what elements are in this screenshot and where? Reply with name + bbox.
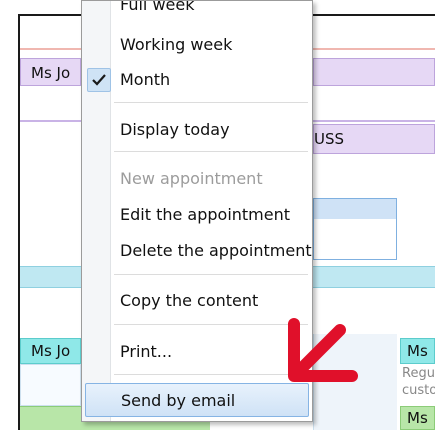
menu-item-send-email[interactable]: Send by email [85,383,309,417]
event-title: Ms [407,342,428,360]
menu-item-label: Print... [120,342,173,361]
event-description: Regu [402,366,435,381]
calendar-event[interactable]: Ms Jo [20,58,81,86]
menu-item-label: Display today [120,120,230,139]
menu-item-display-today[interactable]: Display today [82,114,312,144]
context-menu: Full week Working week Month Display tod… [81,0,313,422]
menu-item-label: Edit the appointment [120,205,291,224]
menu-item-label: Working week [120,35,233,54]
check-icon [87,68,111,92]
calendar-event[interactable]: USS [313,124,435,154]
menu-item-label: Send by email [121,391,236,410]
menu-item-label: Month [120,70,171,89]
calendar-event[interactable]: Ms Jo [20,338,81,364]
event-title: USS [314,130,345,148]
calendar-event[interactable]: Ms [400,406,435,430]
calendar-event[interactable] [313,58,435,86]
menu-item-full-week[interactable]: Full week [82,0,312,19]
event-title: Ms [407,409,428,427]
menu-separator [114,102,308,103]
menu-item-print[interactable]: Print... [82,336,312,366]
menu-item-label: New appointment [120,169,263,188]
menu-item-month[interactable]: Month [82,64,312,94]
menu-item-copy-content[interactable]: Copy the content [82,285,312,315]
menu-item-label: Full week [120,0,195,14]
event-title: Ms Jo [31,64,71,82]
event-title: Ms Jo [31,342,71,360]
calendar-cell [20,364,81,406]
menu-item-label: Delete the appointment [120,241,312,260]
menu-item-working-week[interactable]: Working week [82,29,312,59]
menu-item-label: Copy the content [120,291,259,310]
calendar-event[interactable]: Ms [400,338,435,364]
event-description: custo [402,383,435,398]
menu-item-delete-appointment[interactable]: Delete the appointment [82,235,312,265]
menu-separator [114,151,308,152]
appointment-box[interactable] [313,198,397,260]
menu-item-new-appointment: New appointment [82,163,312,193]
red-arrow-icon [288,318,358,382]
menu-separator [114,274,308,275]
menu-separator [114,374,308,375]
menu-separator [114,324,308,325]
menu-item-edit-appointment[interactable]: Edit the appointment [82,199,312,229]
